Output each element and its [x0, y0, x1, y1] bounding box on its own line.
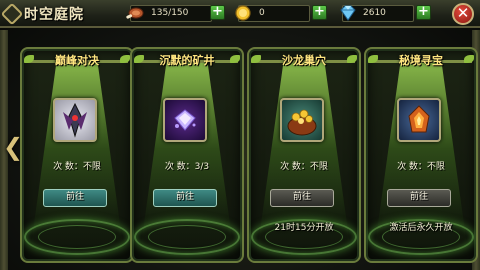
- go-button[interactable]: 前往: [387, 189, 451, 207]
- game-screen: 时空庭院 135/150 + 0 + 2610 + ✕ ❮ 巅峰对决 次 数：不…: [0, 0, 480, 270]
- page-title: 时空庭院: [24, 7, 84, 23]
- dungeon-card-dragon-lair: 沙龙巢穴 次 数：不限 前往 21时15分开放: [247, 47, 361, 263]
- meat-icon: [126, 7, 144, 19]
- diamond-icon: [340, 5, 356, 21]
- attempts-count: 次 数：不限: [397, 162, 445, 172]
- gold-treasure-icon: [280, 98, 324, 142]
- card-title: 巅峰对决: [55, 54, 99, 67]
- dungeon-card-secret-treasure: 秘境寻宝 次 数：不限 前往 激活后永久开放: [364, 47, 478, 263]
- diamond-value: 2610: [363, 8, 386, 18]
- sword-crest-icon: [53, 98, 97, 142]
- close-button[interactable]: ✕: [452, 3, 474, 25]
- gold-counter: 0: [235, 5, 310, 22]
- go-button[interactable]: 前往: [270, 189, 334, 207]
- attempts-count: 次 数：不限: [53, 162, 101, 172]
- fire-stone-icon: [397, 98, 441, 142]
- stamina-counter: 135/150: [126, 5, 212, 22]
- dungeon-card-peak-duel: 巅峰对决 次 数：不限 前往: [20, 47, 134, 263]
- go-button[interactable]: 前往: [153, 189, 217, 207]
- card-title: 沉默的矿井: [159, 54, 215, 67]
- add-gold-button[interactable]: +: [312, 5, 327, 20]
- go-button[interactable]: 前往: [43, 189, 107, 207]
- purple-crystal-icon: [163, 98, 207, 142]
- attempts-count: 次 数：不限: [280, 162, 328, 172]
- card-title: 秘境寻宝: [399, 54, 443, 67]
- add-diamond-button[interactable]: +: [416, 5, 431, 20]
- open-time-note: 21时15分开放: [274, 223, 334, 233]
- top-bar: 时空庭院 135/150 + 0 + 2610 + ✕: [0, 0, 480, 28]
- gold-coin-icon: [235, 5, 251, 21]
- dungeon-card-silent-mine: 沉默的矿井 次 数：3/3 前往: [130, 47, 244, 263]
- stamina-value: 135/150: [151, 8, 189, 18]
- add-stamina-button[interactable]: +: [210, 5, 225, 20]
- magic-circle-inner: [148, 225, 226, 249]
- attempts-count: 次 数：3/3: [164, 162, 210, 172]
- gold-value: 0: [259, 8, 265, 18]
- magic-circle-inner: [38, 225, 116, 249]
- diamond-counter: 2610: [340, 5, 414, 22]
- title-ornament-icon: [0, 2, 24, 26]
- card-title: 沙龙巢穴: [282, 54, 326, 67]
- open-time-note: 激活后永久开放: [389, 223, 453, 233]
